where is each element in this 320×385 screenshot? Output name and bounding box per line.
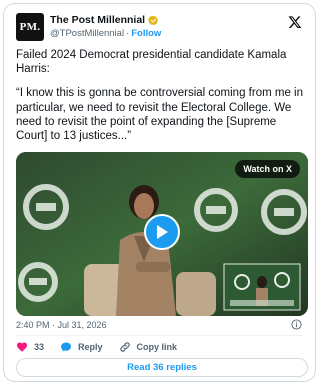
avatar[interactable]: PM. — [16, 13, 44, 41]
tweet-card: PM. The Post Millennial @TPostMillennial… — [3, 3, 316, 382]
watch-on-x-button[interactable]: Watch on X — [235, 160, 300, 178]
heart-icon — [17, 342, 27, 352]
reply-label: Reply — [78, 342, 103, 352]
divider — [16, 335, 303, 336]
author-name-row: The Post Millennial — [50, 14, 159, 26]
reply-icon — [61, 342, 72, 352]
copy-link-label: Copy link — [136, 342, 178, 352]
follow-link[interactable]: Follow — [131, 28, 161, 39]
like-count: 33 — [34, 342, 45, 352]
separator-dot: · — [126, 28, 130, 39]
tweet-timestamp[interactable]: 2:40 PM · Jul 31, 2026 — [16, 320, 107, 330]
copy-link-button[interactable]: Copy link — [119, 341, 178, 353]
author-handle[interactable]: @TPostMillennial — [50, 28, 124, 39]
link-icon — [119, 342, 130, 352]
play-button[interactable] — [144, 214, 180, 250]
action-bar: 33 Reply Copy link — [16, 341, 193, 353]
tweet-quote: “I know this is gonna be controversial c… — [16, 87, 303, 143]
tweet-paragraph: Failed 2024 Democrat presidential candid… — [16, 49, 287, 76]
x-logo-icon[interactable] — [288, 15, 302, 29]
tweet-text: Failed 2024 Democrat presidential candid… — [16, 48, 308, 153]
reply-button[interactable]: Reply — [60, 341, 103, 353]
author-name[interactable]: The Post Millennial — [50, 14, 145, 26]
play-icon — [157, 225, 168, 239]
read-replies-button[interactable]: Read 36 replies — [16, 358, 308, 377]
video-player[interactable]: Watch on X — [16, 152, 308, 316]
info-icon[interactable] — [291, 319, 302, 330]
verified-badge-icon — [148, 15, 159, 25]
like-button[interactable]: 33 — [16, 341, 44, 353]
author-handle-row: @TPostMillennial · Follow — [50, 28, 161, 39]
